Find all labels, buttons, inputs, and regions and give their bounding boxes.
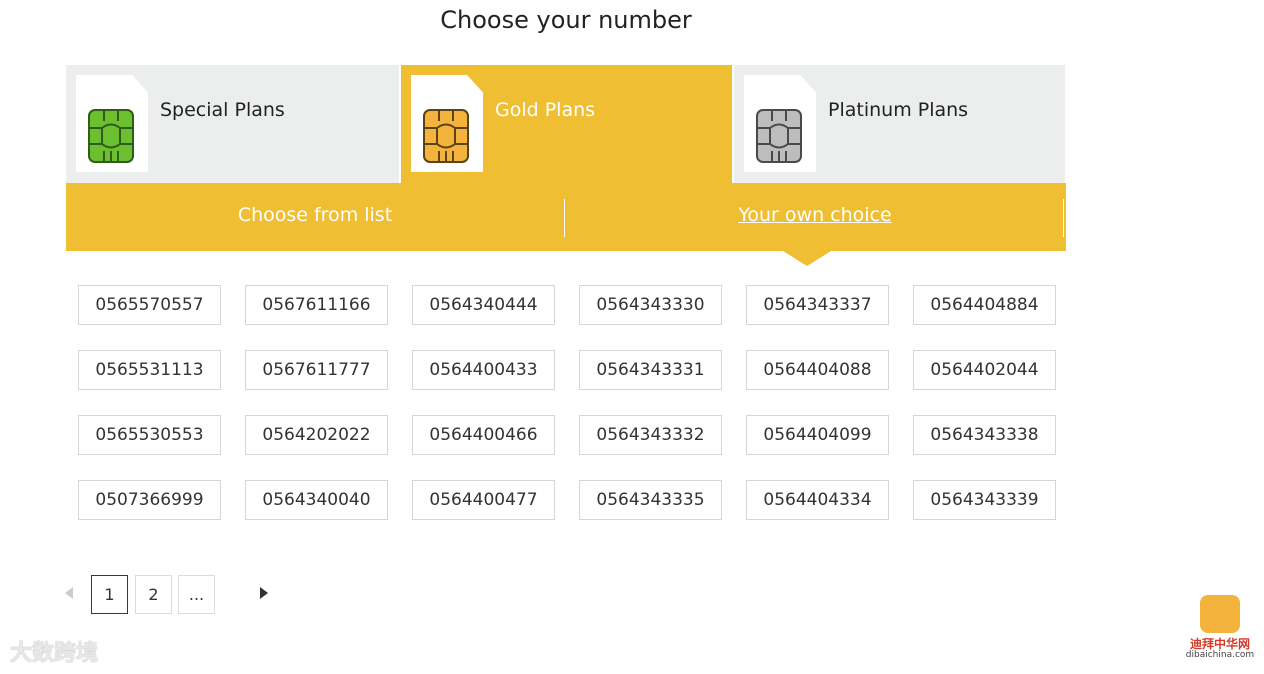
- phone-number-option[interactable]: 0564343338: [913, 415, 1056, 455]
- phone-number-option[interactable]: 0564400477: [412, 480, 555, 520]
- sim-card: [744, 75, 816, 172]
- tab-gold-plans[interactable]: Gold Plans: [399, 65, 732, 183]
- prev-page-icon[interactable]: [65, 587, 73, 599]
- phone-number-option[interactable]: 0564340444: [412, 285, 555, 325]
- phone-number-option[interactable]: 0564343335: [579, 480, 722, 520]
- phone-number-option[interactable]: 0564404088: [746, 350, 889, 390]
- phone-number-option[interactable]: 0507366999: [78, 480, 221, 520]
- phone-number-option[interactable]: 0564343330: [579, 285, 722, 325]
- sim-card: [411, 75, 483, 172]
- phone-number-option[interactable]: 0567611777: [245, 350, 388, 390]
- phone-number-option[interactable]: 0564343337: [746, 285, 889, 325]
- tab-platinum-plans[interactable]: Platinum Plans: [732, 65, 1065, 183]
- phone-number-option[interactable]: 0564400466: [412, 415, 555, 455]
- plan-label: Gold Plans: [495, 99, 596, 121]
- tab-choose-from-list[interactable]: Choose from list: [66, 183, 564, 251]
- phone-number-option[interactable]: 0564202022: [245, 415, 388, 455]
- phone-number-option[interactable]: 0567611166: [245, 285, 388, 325]
- tab-special-plans[interactable]: Special Plans: [66, 65, 399, 183]
- watermark-right: 迪拜中华网 dibaichina.com: [1182, 595, 1258, 665]
- active-tab-pointer: [783, 251, 831, 266]
- phone-number-option[interactable]: 0564343339: [913, 480, 1056, 520]
- phone-number-option[interactable]: 0564404099: [746, 415, 889, 455]
- plan-tabs: Special Plans Gold Plans Platinum Plans: [66, 65, 1066, 183]
- selection-mode-bar: Choose from list Your own choice: [66, 183, 1066, 251]
- page-2-button[interactable]: 2: [135, 575, 172, 614]
- tab-your-own-choice[interactable]: Your own choice: [566, 183, 1064, 251]
- plan-label: Special Plans: [160, 99, 285, 121]
- mode-divider: [564, 199, 565, 237]
- page-title: Choose your number: [440, 6, 692, 34]
- plan-label: Platinum Plans: [828, 99, 969, 121]
- page-1-button[interactable]: 1: [91, 575, 128, 614]
- sim-chip-green-icon: [88, 109, 134, 163]
- phone-number-option[interactable]: 0564402044: [913, 350, 1056, 390]
- more-pages-button[interactable]: ...: [178, 575, 215, 614]
- watermark-url: dibaichina.com: [1185, 650, 1255, 660]
- phone-number-option[interactable]: 0564404884: [913, 285, 1056, 325]
- page: Choose your number Special Plans Gold Pl…: [0, 0, 1264, 674]
- phone-number-option[interactable]: 0565570557: [78, 285, 221, 325]
- phone-number-option[interactable]: 0564340040: [245, 480, 388, 520]
- next-page-icon[interactable]: [260, 587, 268, 599]
- sim-card: [76, 75, 148, 172]
- phone-number-option[interactable]: 0565530553: [78, 415, 221, 455]
- phone-number-option[interactable]: 0565531113: [78, 350, 221, 390]
- mode-divider: [1063, 199, 1064, 237]
- phone-number-option[interactable]: 0564400433: [412, 350, 555, 390]
- watermark-left: 大数跨境: [10, 641, 99, 666]
- phone-number-option[interactable]: 0564343332: [579, 415, 722, 455]
- sim-chip-gold-icon: [423, 109, 469, 163]
- sailboat-logo-icon: [1200, 595, 1240, 633]
- phone-number-option[interactable]: 0564343331: [579, 350, 722, 390]
- sim-chip-silver-icon: [756, 109, 802, 163]
- phone-number-option[interactable]: 0564404334: [746, 480, 889, 520]
